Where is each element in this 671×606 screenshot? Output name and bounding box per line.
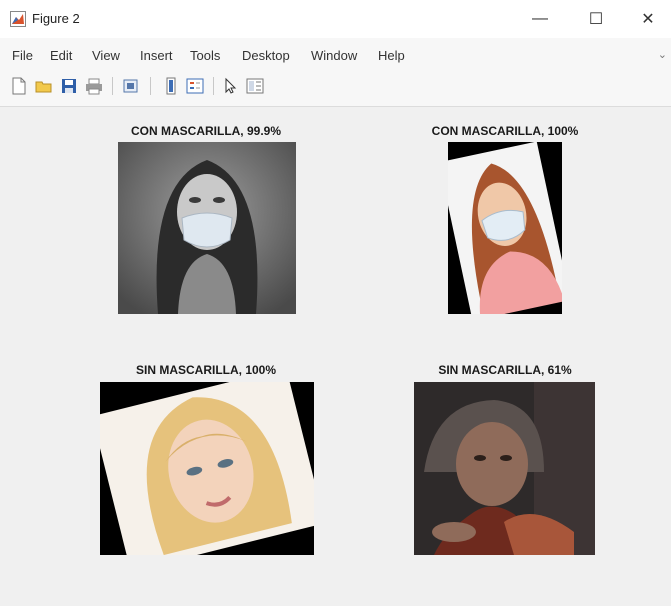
menu-insert[interactable]: Insert	[140, 48, 173, 63]
print-icon[interactable]	[85, 77, 103, 95]
close-icon: ✕	[641, 11, 655, 28]
open-file-icon[interactable]	[35, 77, 53, 95]
save-icon[interactable]	[60, 77, 78, 95]
menu-window[interactable]: Window	[311, 48, 357, 63]
toolbar-separator	[112, 77, 113, 95]
menu-file[interactable]: File	[12, 48, 33, 63]
menu-bar: File Edit View Insert Tools Desktop Wind…	[0, 38, 671, 68]
subplot-4-title: SIN MASCARILLA, 61%	[438, 363, 572, 377]
menu-tools[interactable]: Tools	[190, 48, 220, 63]
minimize-icon: —	[532, 10, 548, 27]
figure-canvas: CON MASCARILLA, 99.9% CON MASCARILLA, 10…	[0, 107, 671, 606]
property-editor-icon[interactable]	[246, 77, 264, 95]
blonde-woman-face-photo	[100, 382, 314, 555]
toolbar-separator	[150, 77, 151, 95]
menu-view[interactable]: View	[92, 48, 120, 63]
toolbar-separator	[213, 77, 214, 95]
menu-desktop[interactable]: Desktop	[242, 48, 290, 63]
insert-colorbar-icon[interactable]	[162, 77, 180, 95]
menu-overflow-icon[interactable]: ⌄	[658, 48, 667, 61]
new-figure-icon[interactable]	[10, 77, 28, 95]
woman-hood-mask-photo	[118, 142, 296, 314]
subplot-2-title: CON MASCARILLA, 100%	[431, 124, 579, 138]
minimize-button[interactable]: —	[517, 0, 563, 38]
subplot-3-title: SIN MASCARILLA, 100%	[135, 363, 277, 377]
toolbar	[0, 68, 671, 107]
subplot-1-title: CON MASCARILLA, 99.9%	[130, 124, 282, 138]
pointer-icon[interactable]	[222, 77, 240, 95]
menu-edit[interactable]: Edit	[50, 48, 72, 63]
matlab-figure-icon	[10, 11, 26, 27]
elderly-woman-photo	[414, 382, 595, 555]
close-button[interactable]: ✕	[625, 0, 671, 38]
window-title: Figure 2	[32, 11, 80, 26]
title-bar: Figure 2 — ☐ ✕	[0, 0, 671, 38]
maximize-icon: ☐	[588, 11, 604, 28]
maximize-button[interactable]: ☐	[573, 0, 619, 38]
link-plot-icon[interactable]	[122, 77, 140, 95]
insert-legend-icon[interactable]	[186, 77, 204, 95]
menu-help[interactable]: Help	[378, 48, 405, 63]
woman-red-hair-mask-photo	[448, 142, 562, 314]
